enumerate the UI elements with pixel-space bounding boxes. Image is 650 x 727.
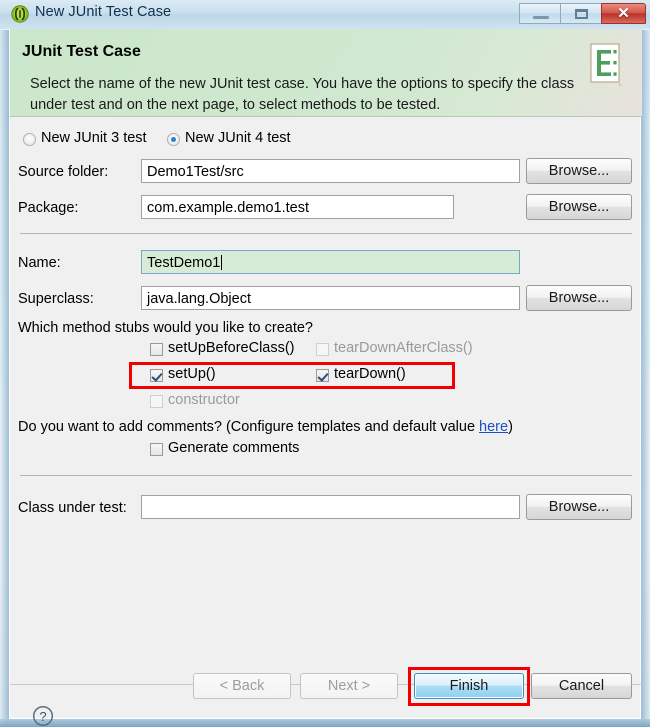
next-button[interactable]: Next > bbox=[300, 673, 398, 699]
help-icon[interactable]: ? bbox=[32, 705, 54, 727]
name-input-value: TestDemo1 bbox=[147, 255, 221, 271]
radio-junit4[interactable] bbox=[167, 133, 180, 146]
package-input[interactable]: com.example.demo1.test bbox=[141, 195, 454, 219]
dialog-body: JUnit Test Case Select the name of the n… bbox=[9, 29, 642, 727]
comments-question-before: Do you want to add comments? (Configure … bbox=[18, 419, 480, 435]
close-button[interactable]: ✕ bbox=[601, 3, 646, 24]
back-button[interactable]: < Back bbox=[193, 673, 291, 699]
class-under-test-label: Class under test: bbox=[18, 500, 127, 516]
banner-title: JUnit Test Case bbox=[22, 43, 141, 60]
package-browse-button[interactable]: Browse... bbox=[526, 194, 632, 220]
cancel-button[interactable]: Cancel bbox=[531, 673, 632, 699]
comments-question-after: ) bbox=[508, 419, 513, 435]
svg-text:?: ? bbox=[39, 709, 46, 724]
text-caret bbox=[221, 255, 223, 270]
source-folder-input[interactable]: Demo1Test/src bbox=[141, 159, 520, 183]
class-under-test-browse-button[interactable]: Browse... bbox=[526, 494, 632, 520]
superclass-input[interactable]: java.lang.Object bbox=[141, 286, 520, 310]
window-frame-bottom bbox=[0, 719, 650, 727]
checkbox-teardownafterclass bbox=[316, 343, 329, 356]
banner-description: Select the name of the new JUnit test ca… bbox=[30, 76, 575, 113]
minimize-button[interactable] bbox=[519, 3, 561, 24]
checkbox-generate-comments-label[interactable]: Generate comments bbox=[168, 440, 299, 456]
window-frame-right bbox=[641, 0, 650, 727]
dialog-window: New JUnit Test Case ✕ JUnit Test Case Se… bbox=[0, 0, 650, 727]
separator-bottom bbox=[20, 475, 632, 476]
checkbox-setupbeforeclass-label[interactable]: setUpBeforeClass() bbox=[168, 340, 295, 356]
superclass-browse-button[interactable]: Browse... bbox=[526, 285, 632, 311]
title-bar: New JUnit Test Case ✕ bbox=[0, 0, 650, 30]
window-title: New JUnit Test Case bbox=[35, 4, 172, 20]
source-folder-label: Source folder: bbox=[18, 164, 109, 180]
source-folder-browse-button[interactable]: Browse... bbox=[526, 158, 632, 184]
checkbox-generate-comments[interactable] bbox=[150, 443, 163, 456]
name-label: Name: bbox=[18, 255, 61, 271]
wizard-header-banner: JUnit Test Case Select the name of the n… bbox=[10, 29, 642, 117]
checkbox-constructor bbox=[150, 395, 163, 408]
checkbox-constructor-label: constructor bbox=[168, 392, 240, 408]
radio-junit4-label[interactable]: New JUnit 4 test bbox=[185, 130, 291, 146]
checkbox-setupbeforeclass[interactable] bbox=[150, 343, 163, 356]
junit-wizard-page-icon bbox=[590, 43, 623, 86]
junit-icon bbox=[11, 5, 29, 23]
configure-templates-link[interactable]: here bbox=[479, 419, 508, 435]
checkbox-setup[interactable] bbox=[150, 369, 163, 382]
name-input[interactable]: TestDemo1 bbox=[141, 250, 520, 274]
checkbox-teardown[interactable] bbox=[316, 369, 329, 382]
method-stubs-question: Which method stubs would you like to cre… bbox=[18, 320, 313, 336]
radio-junit3[interactable] bbox=[23, 133, 36, 146]
separator-top bbox=[20, 233, 632, 234]
package-label: Package: bbox=[18, 200, 79, 216]
radio-junit3-label[interactable]: New JUnit 3 test bbox=[41, 130, 147, 146]
class-under-test-input[interactable] bbox=[141, 495, 520, 519]
finish-button[interactable]: Finish bbox=[414, 673, 524, 699]
maximize-button[interactable] bbox=[560, 3, 602, 24]
superclass-label: Superclass: bbox=[18, 291, 94, 307]
checkbox-teardownafterclass-label: tearDownAfterClass() bbox=[334, 340, 473, 356]
comments-question: Do you want to add comments? (Configure … bbox=[18, 419, 513, 435]
window-frame-left bbox=[0, 0, 9, 727]
checkbox-teardown-label[interactable]: tearDown() bbox=[334, 366, 406, 382]
checkbox-setup-label[interactable]: setUp() bbox=[168, 366, 216, 382]
